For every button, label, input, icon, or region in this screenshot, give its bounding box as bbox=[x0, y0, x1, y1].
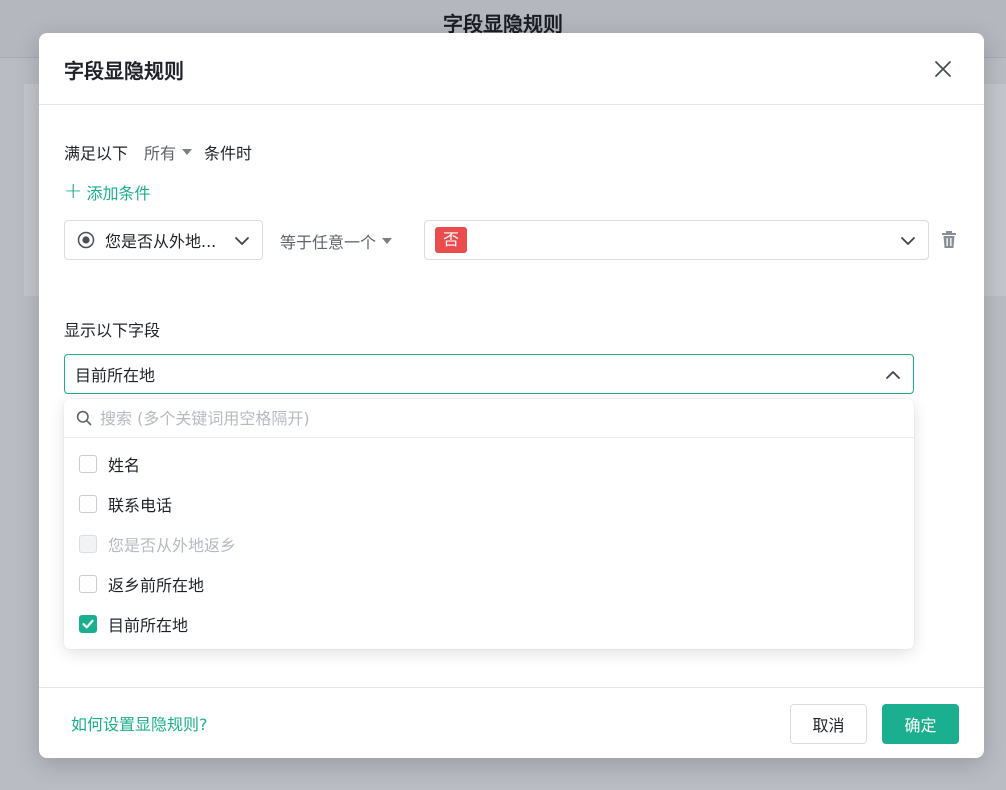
option-previous-location[interactable]: 返乡前所在地 bbox=[64, 564, 914, 604]
close-icon bbox=[935, 61, 951, 77]
option-phone[interactable]: 联系电话 bbox=[64, 484, 914, 524]
option-label: 目前所在地 bbox=[108, 616, 189, 635]
help-link[interactable]: 如何设置显隐规则? bbox=[71, 711, 208, 735]
add-condition-label: 添加条件 bbox=[86, 184, 151, 203]
confirm-button[interactable]: 确定 bbox=[882, 704, 959, 744]
option-name[interactable]: 姓名 bbox=[64, 444, 914, 484]
show-fields-select[interactable]: 目前所在地 bbox=[64, 354, 914, 394]
trash-icon bbox=[942, 231, 956, 248]
dropdown-search-input[interactable] bbox=[100, 405, 890, 431]
checkbox[interactable] bbox=[79, 575, 97, 593]
show-fields-dropdown: 姓名 联系电话 您是否从外地返乡 返乡前所在地 目前所在地 bbox=[64, 399, 914, 649]
condition-value-select[interactable]: 否 bbox=[424, 220, 929, 260]
option-label: 返乡前所在地 bbox=[108, 576, 205, 595]
caret-down-icon bbox=[182, 149, 193, 155]
checkbox-disabled bbox=[79, 535, 97, 553]
plus-icon: + bbox=[64, 179, 83, 204]
value-tag: 否 bbox=[435, 227, 468, 253]
chevron-down-icon bbox=[901, 237, 915, 245]
condition-field-value: 您是否从外地... bbox=[105, 232, 217, 251]
option-current-location[interactable]: 目前所在地 bbox=[64, 604, 914, 644]
dialog-title: 字段显隐规则 bbox=[64, 59, 184, 83]
caret-down-icon bbox=[382, 238, 393, 244]
chevron-up-icon bbox=[886, 371, 900, 379]
close-button[interactable] bbox=[929, 55, 957, 83]
match-mode-dropdown[interactable]: 所有 bbox=[144, 140, 193, 164]
dialog-header: 字段显隐规则 bbox=[39, 33, 984, 105]
checkbox[interactable] bbox=[79, 495, 97, 513]
option-label: 联系电话 bbox=[108, 496, 173, 515]
condition-suffix: 条件时 bbox=[204, 144, 253, 163]
search-icon bbox=[76, 410, 92, 426]
field-visibility-rule-dialog: 字段显隐规则 满足以下 所有 条件时 + 添加条件 您是否从外地... 等于任意… bbox=[39, 33, 984, 758]
radio-field-icon bbox=[77, 231, 95, 249]
cancel-button[interactable]: 取消 bbox=[790, 704, 867, 744]
condition-field-select[interactable]: 您是否从外地... bbox=[64, 220, 263, 260]
check-icon bbox=[82, 619, 94, 629]
show-fields-label: 显示以下字段 bbox=[64, 321, 161, 340]
option-label: 您是否从外地返乡 bbox=[108, 536, 237, 555]
checkbox-checked[interactable] bbox=[79, 615, 97, 633]
dialog-footer: 如何设置显隐规则? 取消 确定 bbox=[39, 687, 984, 758]
option-returned-from-elsewhere: 您是否从外地返乡 bbox=[64, 524, 914, 564]
condition-operator-value: 等于任意一个 bbox=[280, 233, 377, 252]
condition-sentence: 满足以下 所有 条件时 bbox=[64, 140, 252, 164]
checkbox[interactable] bbox=[79, 455, 97, 473]
delete-condition-button[interactable] bbox=[940, 230, 958, 250]
condition-operator-dropdown[interactable]: 等于任意一个 bbox=[280, 230, 393, 252]
option-label: 姓名 bbox=[108, 456, 141, 475]
chevron-down-icon bbox=[235, 237, 249, 245]
match-mode-value: 所有 bbox=[144, 144, 177, 163]
condition-prefix: 满足以下 bbox=[64, 144, 129, 163]
dropdown-search-row bbox=[64, 399, 914, 438]
show-fields-selected: 目前所在地 bbox=[75, 366, 156, 385]
add-condition-button[interactable]: + 添加条件 bbox=[64, 180, 150, 204]
